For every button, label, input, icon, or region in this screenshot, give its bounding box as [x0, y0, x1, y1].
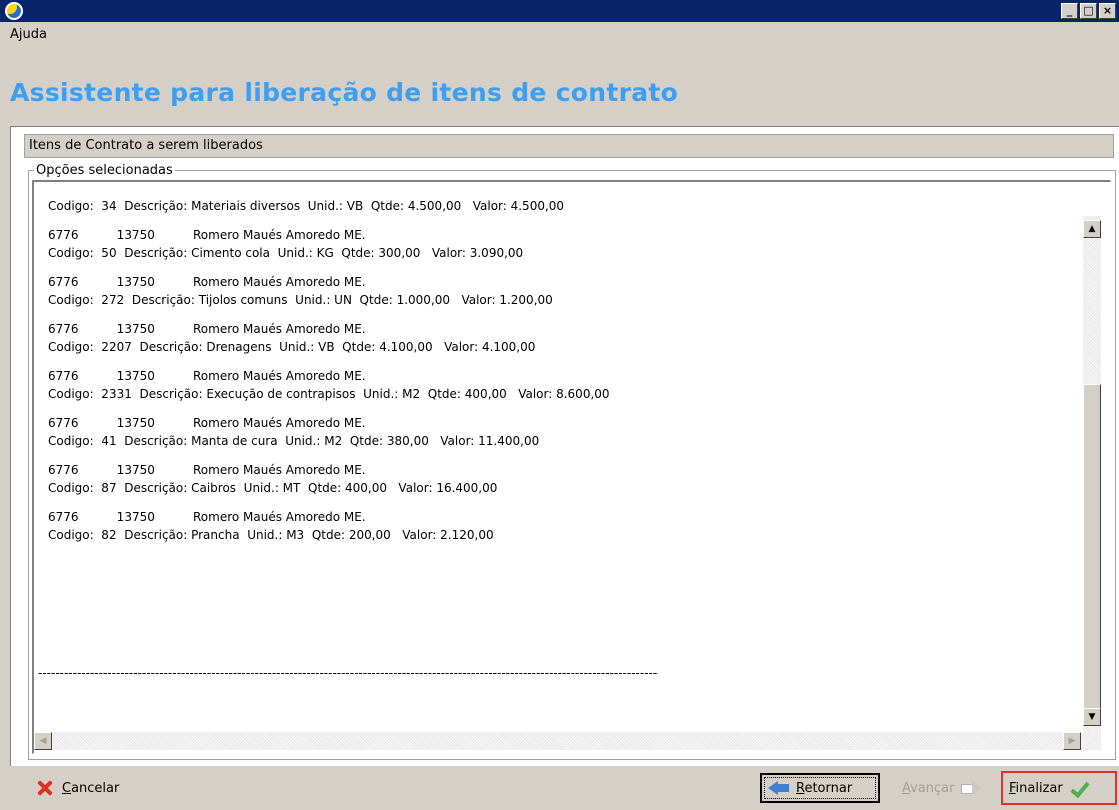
memo-line: 6776 13750 Romero Maués Amoredo ME.	[48, 322, 366, 336]
scroll-down-button[interactable]: ▼	[1083, 708, 1101, 726]
section-header: Itens de Contrato a serem liberados	[24, 134, 1114, 158]
finish-button[interactable]: Finalizar	[1001, 771, 1117, 805]
wizard-title: Assistente para liberação de itens de co…	[10, 78, 679, 107]
horizontal-scrollbar-track[interactable]	[34, 732, 1101, 750]
title-bar: _ □ ×	[0, 0, 1119, 22]
memo-blank-line	[48, 309, 1078, 320]
memo-blank-line	[48, 497, 1078, 508]
close-button[interactable]: ×	[1099, 3, 1116, 19]
memo-blank-line	[48, 356, 1078, 367]
back-button[interactable]: Retornar	[760, 773, 880, 803]
arrow-left-icon	[768, 780, 790, 796]
next-button-label: Avançar	[902, 780, 955, 796]
memo-line: Codigo: 2331 Descrição: Execução de cont…	[48, 387, 610, 401]
scroll-left-button[interactable]: ◀	[34, 732, 52, 750]
groupbox-label: Opções selecionadas	[34, 163, 175, 179]
memo-blank-line	[48, 403, 1078, 414]
scroll-up-button[interactable]: ▲	[1083, 220, 1101, 238]
memo-blank-line	[48, 215, 1078, 226]
cancel-button-label: Cancelar	[62, 780, 120, 796]
scroll-right-button[interactable]: ▶	[1063, 732, 1081, 750]
memo-separator-line: ----------------------------------------…	[38, 667, 658, 679]
memo-text: Codigo: 34 Descrição: Materiais diversos…	[48, 197, 1078, 544]
cancel-button[interactable]: Cancelar	[36, 778, 119, 798]
memo-line: Codigo: 2207 Descrição: Drenagens Unid.:…	[48, 340, 536, 354]
memo-line: Codigo: 82 Descrição: Prancha Unid.: M3 …	[48, 528, 494, 542]
minimize-button[interactable]: _	[1061, 3, 1078, 19]
memo-line: Codigo: 50 Descrição: Cimento cola Unid.…	[48, 246, 524, 260]
menu-item-ajuda[interactable]: Ajuda	[10, 27, 47, 42]
memo-line: 6776 13750 Romero Maués Amoredo ME.	[48, 228, 366, 242]
next-button[interactable]: Avançar	[896, 773, 992, 803]
back-button-label: Retornar	[796, 780, 853, 796]
memo-line: Codigo: 34 Descrição: Materiais diversos…	[48, 199, 565, 213]
memo-blank-line	[48, 262, 1078, 273]
memo-line: 6776 13750 Romero Maués Amoredo ME.	[48, 463, 366, 477]
selected-items-memo[interactable]: Codigo: 34 Descrição: Materiais diversos…	[32, 180, 1111, 754]
memo-line: Codigo: 41 Descrição: Manta de cura Unid…	[48, 434, 540, 448]
memo-line: 6776 13750 Romero Maués Amoredo ME.	[48, 369, 366, 383]
memo-line: 6776 13750 Romero Maués Amoredo ME.	[48, 416, 366, 430]
memo-line: 6776 13750 Romero Maués Amoredo ME.	[48, 510, 366, 524]
vertical-scrollbar-thumb[interactable]	[1083, 384, 1101, 710]
memo-line: Codigo: 87 Descrição: Caibros Unid.: MT …	[48, 481, 498, 495]
check-icon	[1069, 779, 1087, 797]
app-icon[interactable]	[5, 2, 23, 20]
maximize-button[interactable]: □	[1080, 3, 1097, 19]
x-icon	[36, 779, 54, 797]
menu-bar	[0, 22, 1119, 48]
arrow-right-icon	[960, 780, 983, 796]
memo-line: 6776 13750 Romero Maués Amoredo ME.	[48, 275, 366, 289]
memo-blank-line	[48, 450, 1078, 461]
finish-button-label: Finalizar	[1009, 780, 1063, 796]
memo-line: Codigo: 272 Descrição: Tijolos comuns Un…	[48, 293, 553, 307]
